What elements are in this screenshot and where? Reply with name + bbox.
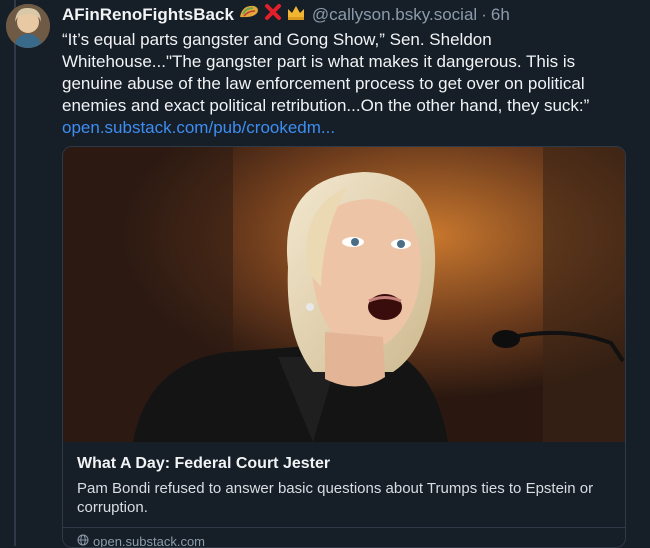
author-name[interactable]: AFinRenoFightsBack — [62, 4, 234, 26]
cross-mark-icon — [264, 3, 282, 27]
post-link[interactable]: open.substack.com/pub/crookedm... — [62, 117, 642, 139]
author-handle[interactable]: @callyson.bsky.social — [312, 4, 477, 26]
post-text: “It’s equal parts gangster and Gong Show… — [62, 30, 590, 115]
card-divider — [63, 527, 625, 528]
link-card[interactable]: What A Day: Federal Court Jester Pam Bon… — [62, 146, 626, 548]
card-image — [63, 147, 625, 442]
card-body: What A Day: Federal Court Jester Pam Bon… — [63, 454, 625, 547]
crown-icon — [286, 3, 306, 27]
post-time[interactable]: 6h — [491, 4, 510, 26]
avatar[interactable] — [6, 4, 50, 48]
post: AFinRenoFightsBack @callyson.bsky.social… — [62, 4, 642, 139]
card-description: Pam Bondi refused to answer basic questi… — [77, 480, 594, 516]
thread-line — [14, 0, 16, 546]
header-separator: · — [481, 5, 487, 24]
card-title[interactable]: What A Day: Federal Court Jester — [77, 454, 611, 474]
post-header: AFinRenoFightsBack @callyson.bsky.social… — [62, 4, 642, 26]
avatar-image — [6, 4, 50, 48]
taco-emoji-icon — [238, 3, 260, 27]
